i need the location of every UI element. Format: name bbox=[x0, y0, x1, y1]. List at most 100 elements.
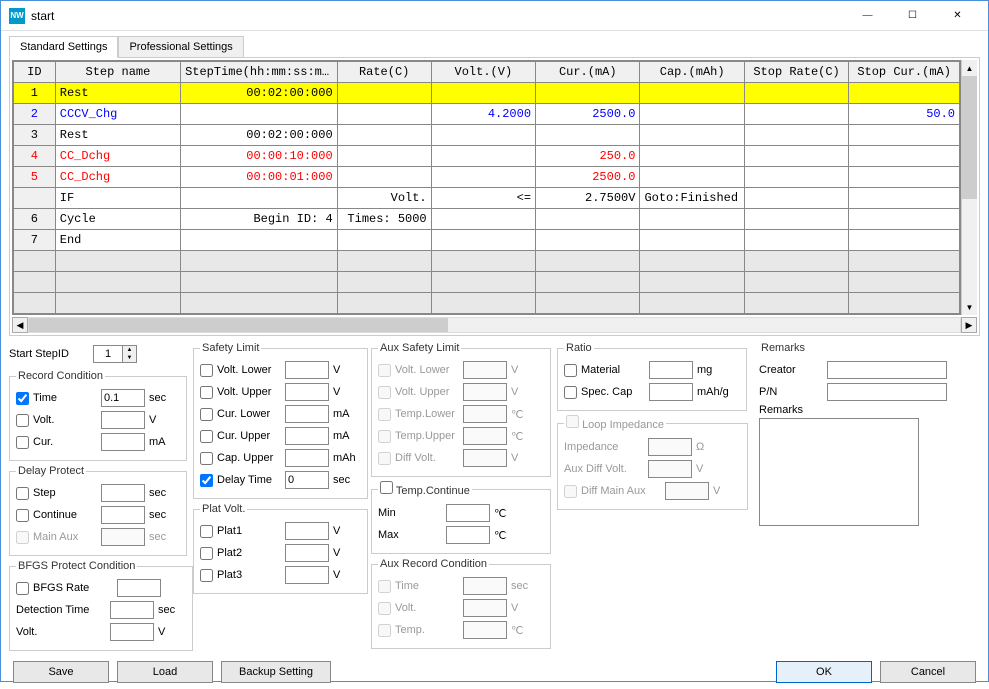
temp-max-input[interactable] bbox=[446, 526, 490, 544]
table-cell[interactable] bbox=[744, 272, 848, 293]
volt-lower-input[interactable] bbox=[285, 361, 329, 379]
table-cell[interactable]: 4 bbox=[14, 146, 56, 167]
table-cell[interactable] bbox=[849, 230, 960, 251]
table-cell[interactable]: 50.0 bbox=[849, 104, 960, 125]
table-cell[interactable] bbox=[849, 125, 960, 146]
maximize-button[interactable]: ☐ bbox=[890, 2, 935, 30]
table-cell[interactable] bbox=[536, 83, 640, 104]
table-cell[interactable]: 5 bbox=[14, 167, 56, 188]
column-header[interactable]: Cur.(mA) bbox=[536, 62, 640, 83]
table-cell[interactable] bbox=[640, 251, 744, 272]
table-cell[interactable] bbox=[640, 125, 744, 146]
volt-checkbox[interactable] bbox=[16, 414, 29, 427]
horizontal-scrollbar[interactable]: ◀ ▶ bbox=[12, 317, 977, 333]
volt-upper-checkbox[interactable] bbox=[200, 386, 213, 399]
column-header[interactable]: Stop Cur.(mA) bbox=[849, 62, 960, 83]
table-cell[interactable] bbox=[337, 230, 431, 251]
creator-input[interactable] bbox=[827, 361, 947, 379]
table-cell[interactable] bbox=[536, 125, 640, 146]
table-cell[interactable] bbox=[744, 251, 848, 272]
table-cell[interactable]: End bbox=[55, 230, 180, 251]
table-cell[interactable]: Rest bbox=[55, 83, 180, 104]
table-cell[interactable]: 2500.0 bbox=[536, 104, 640, 125]
table-cell[interactable] bbox=[431, 146, 535, 167]
table-cell[interactable] bbox=[744, 167, 848, 188]
step-checkbox[interactable] bbox=[16, 487, 29, 500]
table-cell[interactable]: 1 bbox=[14, 83, 56, 104]
table-cell[interactable]: 00:02:00:000 bbox=[181, 83, 338, 104]
table-cell[interactable]: Volt. bbox=[337, 188, 431, 209]
table-cell[interactable]: 2.7500V bbox=[536, 188, 640, 209]
table-cell[interactable]: 2500.0 bbox=[536, 167, 640, 188]
table-cell[interactable] bbox=[849, 83, 960, 104]
table-cell[interactable] bbox=[55, 272, 180, 293]
column-header[interactable]: Rate(C) bbox=[337, 62, 431, 83]
start-stepid-input[interactable]: ▲▼ bbox=[93, 345, 137, 363]
table-cell[interactable]: 00:02:00:000 bbox=[181, 125, 338, 146]
scroll-left-icon[interactable]: ◀ bbox=[12, 317, 28, 333]
table-cell[interactable] bbox=[14, 272, 56, 293]
table-cell[interactable] bbox=[181, 230, 338, 251]
table-cell[interactable] bbox=[536, 293, 640, 314]
temp-continue-checkbox[interactable] bbox=[380, 481, 393, 494]
continue-checkbox[interactable] bbox=[16, 509, 29, 522]
table-cell[interactable] bbox=[849, 188, 960, 209]
table-cell[interactable]: <= bbox=[431, 188, 535, 209]
column-header[interactable]: Step name bbox=[55, 62, 180, 83]
plat1-checkbox[interactable] bbox=[200, 525, 213, 538]
table-cell[interactable]: 7 bbox=[14, 230, 56, 251]
ok-button[interactable]: OK bbox=[776, 661, 872, 683]
detection-time-input[interactable] bbox=[110, 601, 154, 619]
tab-standard[interactable]: Standard Settings bbox=[9, 36, 118, 58]
spin-up-icon[interactable]: ▲ bbox=[122, 346, 136, 354]
table-cell[interactable] bbox=[431, 293, 535, 314]
table-cell[interactable] bbox=[14, 251, 56, 272]
table-cell[interactable]: CCCV_Chg bbox=[55, 104, 180, 125]
load-button[interactable]: Load bbox=[117, 661, 213, 683]
table-cell[interactable] bbox=[337, 293, 431, 314]
volt-upper-input[interactable] bbox=[285, 383, 329, 401]
cancel-button[interactable]: Cancel bbox=[880, 661, 976, 683]
table-cell[interactable] bbox=[55, 293, 180, 314]
table-cell[interactable] bbox=[744, 293, 848, 314]
table-cell[interactable] bbox=[431, 272, 535, 293]
table-cell[interactable] bbox=[640, 167, 744, 188]
table-cell[interactable] bbox=[337, 272, 431, 293]
table-cell[interactable] bbox=[744, 209, 848, 230]
table-cell[interactable]: 00:00:10:000 bbox=[181, 146, 338, 167]
cur-upper-input[interactable] bbox=[285, 427, 329, 445]
table-cell[interactable]: 4.2000 bbox=[431, 104, 535, 125]
column-header[interactable]: Cap.(mAh) bbox=[640, 62, 744, 83]
cap-upper-checkbox[interactable] bbox=[200, 452, 213, 465]
table-cell[interactable] bbox=[849, 167, 960, 188]
table-cell[interactable]: 3 bbox=[14, 125, 56, 146]
bfgs-volt-input[interactable] bbox=[110, 623, 154, 641]
table-cell[interactable] bbox=[744, 230, 848, 251]
table-cell[interactable]: 2 bbox=[14, 104, 56, 125]
table-cell[interactable] bbox=[640, 272, 744, 293]
bfgs-rate-input[interactable] bbox=[117, 579, 161, 597]
delay-time-input[interactable] bbox=[285, 471, 329, 489]
cur-checkbox[interactable] bbox=[16, 436, 29, 449]
bfgs-rate-checkbox[interactable] bbox=[16, 582, 29, 595]
time-input[interactable] bbox=[101, 389, 145, 407]
delay-time-checkbox[interactable] bbox=[200, 474, 213, 487]
material-checkbox[interactable] bbox=[564, 364, 577, 377]
table-cell[interactable]: Cycle bbox=[55, 209, 180, 230]
steps-grid[interactable]: IDStep nameStepTime(hh:mm:ss:ms)Rate(C)V… bbox=[12, 60, 961, 315]
table-cell[interactable] bbox=[337, 104, 431, 125]
backup-button[interactable]: Backup Setting bbox=[221, 661, 331, 683]
table-cell[interactable] bbox=[337, 125, 431, 146]
table-cell[interactable]: 250.0 bbox=[536, 146, 640, 167]
temp-min-input[interactable] bbox=[446, 504, 490, 522]
volt-lower-checkbox[interactable] bbox=[200, 364, 213, 377]
speccap-checkbox[interactable] bbox=[564, 386, 577, 399]
table-cell[interactable] bbox=[744, 188, 848, 209]
cap-upper-input[interactable] bbox=[285, 449, 329, 467]
table-cell[interactable] bbox=[181, 272, 338, 293]
close-button[interactable]: ✕ bbox=[935, 2, 980, 30]
scroll-down-icon[interactable]: ▼ bbox=[962, 299, 977, 315]
table-cell[interactable]: Goto:Finished bbox=[640, 188, 744, 209]
minimize-button[interactable]: — bbox=[845, 2, 890, 30]
table-cell[interactable]: 6 bbox=[14, 209, 56, 230]
